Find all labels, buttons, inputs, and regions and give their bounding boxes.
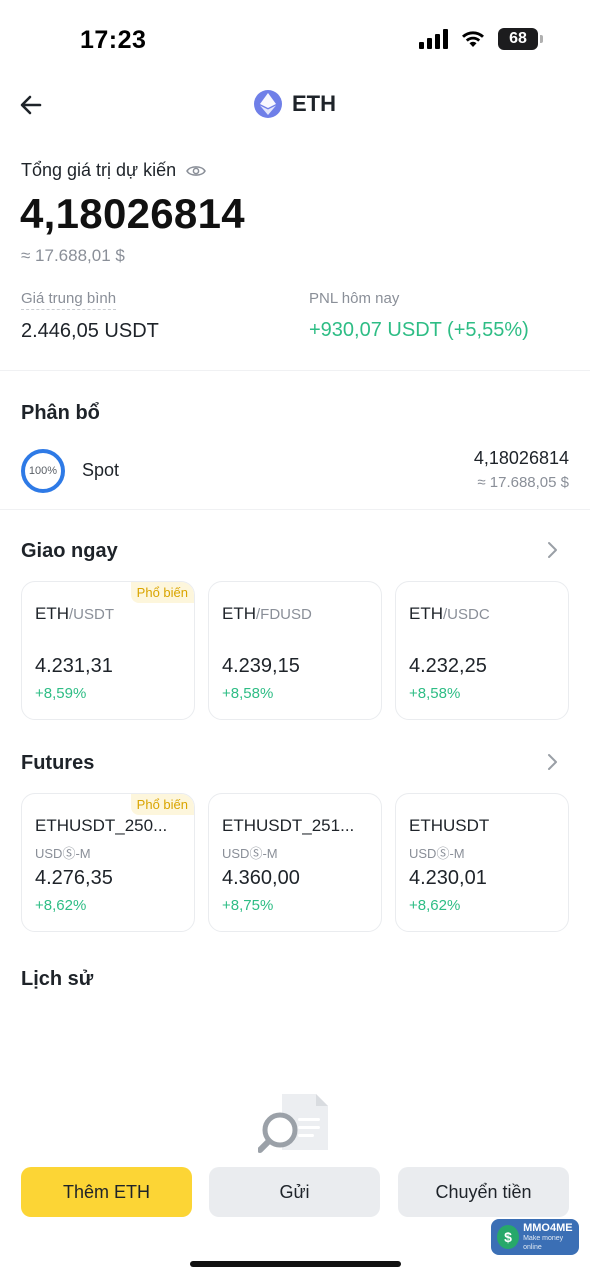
battery-icon: 68 (498, 28, 543, 50)
send-button[interactable]: Gửi (209, 1167, 380, 1217)
pair-name: ETH/USDC (409, 604, 490, 624)
pair-base: ETH (222, 604, 256, 623)
pair-quote: /FDUSD (256, 606, 312, 623)
ethereum-logo-icon (254, 90, 282, 118)
contract-type: USDⓈ-M (35, 846, 91, 861)
allocation-row-spot[interactable]: 100% Spot 4,18026814 ≈ 17.688,05 $ (21, 448, 569, 494)
balance-fiat: ≈ 17.688,01 $ (21, 246, 125, 265)
contract-change: +8,75% (222, 897, 274, 914)
pair-name: ETH/USDT (35, 604, 114, 624)
divider (0, 370, 590, 371)
spot-pair-card[interactable]: ETH/USDC 4.232,25 +8,58% (395, 581, 569, 720)
empty-search-document-icon (258, 1094, 328, 1153)
watermark-text: MMO4ME (523, 1222, 573, 1234)
avg-price-label[interactable]: Giá trung bình (21, 290, 117, 310)
status-bar: 17:23 68 (0, 0, 590, 80)
chevron-right-icon[interactable] (542, 752, 562, 772)
spot-pair-card[interactable]: Phổ biến ETH/USDT 4.231,31 +8,59% (21, 581, 195, 720)
contract-type: USDⓈ-M (222, 846, 278, 861)
pair-price: 4.232,25 (409, 655, 487, 677)
popular-badge: Phổ biến (130, 794, 194, 815)
balance-label: Tổng giá trị dự kiến (21, 160, 177, 180)
pnl-block: PNL hôm nay +930,07 USDT (+5,55%) (309, 290, 529, 342)
add-eth-button[interactable]: Thêm ETH (21, 1167, 192, 1217)
watermark-text-block: MMO4ME Make money online (523, 1222, 579, 1252)
status-time: 17:23 (80, 26, 147, 54)
pair-quote: /USDC (443, 606, 490, 623)
watermark-subtext: Make money online (523, 1235, 564, 1251)
futures-contract-card[interactable]: Phổ biến ETHUSDT_250... USDⓈ-M 4.276,35 … (21, 793, 195, 932)
status-icons: 68 (419, 28, 543, 50)
pnl-label: PNL hôm nay (309, 290, 400, 307)
contract-type: USDⓈ-M (409, 846, 465, 861)
balance-amount: 4,18026814 (20, 190, 245, 237)
contract-price: 4.276,35 (35, 867, 113, 889)
page-title-text: ETH (292, 91, 336, 116)
chevron-right-icon[interactable] (542, 540, 562, 560)
page-title: ETH (0, 90, 590, 118)
avg-price-value: 2.446,05 USDT (21, 320, 159, 342)
watermark-logo: $ MMO4ME Make money online (491, 1219, 579, 1255)
contract-change: +8,62% (409, 897, 461, 914)
futures-title: Futures (21, 752, 95, 774)
allocation-ring: 100% (21, 449, 65, 493)
pair-change: +8,58% (409, 685, 461, 702)
allocation-name: Spot (82, 460, 120, 480)
pair-base: ETH (409, 604, 443, 623)
contract-price: 4.360,00 (222, 867, 300, 889)
contract-change: +8,62% (35, 897, 87, 914)
futures-contract-card[interactable]: ETHUSDT_251... USDⓈ-M 4.360,00 +8,75% (208, 793, 382, 932)
wifi-icon (462, 31, 484, 47)
history-title: Lịch sử (21, 968, 94, 990)
allocation-title: Phân bổ (21, 402, 100, 424)
allocation-fiat: ≈ 17.688,05 $ (477, 474, 569, 491)
home-indicator (190, 1261, 401, 1267)
balance-label-row: Tổng giá trị dự kiến (21, 160, 206, 181)
allocation-amount: 4,18026814 (473, 448, 569, 468)
pair-change: +8,58% (222, 685, 274, 702)
pair-change: +8,59% (35, 685, 87, 702)
nav-bar: ETH (0, 80, 590, 130)
popular-badge: Phổ biến (130, 582, 194, 603)
pair-price: 4.231,31 (35, 655, 113, 677)
pair-base: ETH (35, 604, 69, 623)
transfer-button[interactable]: Chuyển tiền (398, 1167, 569, 1217)
spot-pair-card[interactable]: ETH/FDUSD 4.239,15 +8,58% (208, 581, 382, 720)
futures-contract-card[interactable]: ETHUSDT USDⓈ-M 4.230,01 +8,62% (395, 793, 569, 932)
divider (0, 509, 590, 510)
watermark-coin-icon: $ (497, 1225, 520, 1249)
pnl-value: +930,07 USDT (+5,55%) (309, 319, 529, 341)
pair-price: 4.239,15 (222, 655, 300, 677)
pair-quote: /USDT (69, 606, 114, 623)
contract-symbol: ETHUSDT_250... (35, 816, 168, 835)
cellular-signal-icon (419, 29, 448, 49)
contract-price: 4.230,01 (409, 867, 487, 889)
avg-price-block: Giá trung bình 2.446,05 USDT (21, 290, 159, 343)
spot-title: Giao ngay (21, 540, 118, 562)
contract-symbol: ETHUSDT (409, 816, 490, 835)
contract-symbol: ETHUSDT_251... (222, 816, 355, 835)
eye-icon[interactable] (186, 164, 206, 178)
pair-name: ETH/FDUSD (222, 604, 312, 624)
